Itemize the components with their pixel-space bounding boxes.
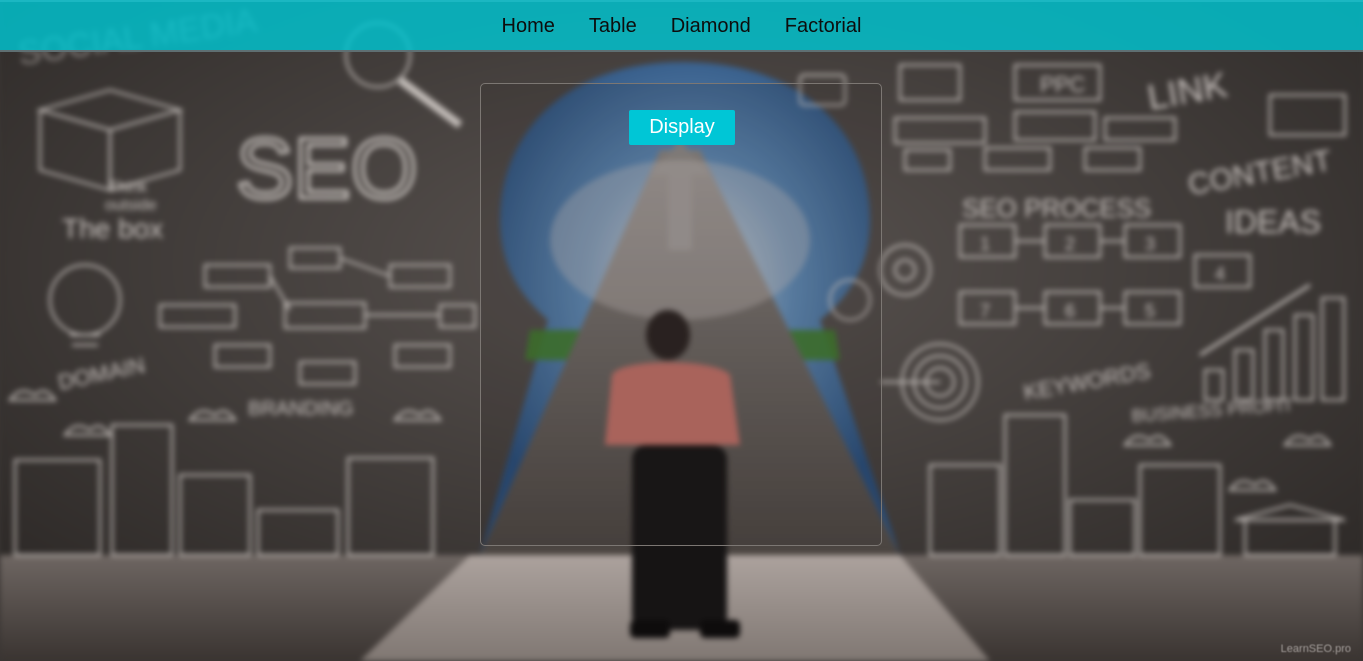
bg-text-outside: outside xyxy=(105,197,157,214)
bg-text-step3: 3 xyxy=(1145,234,1155,254)
bg-text-ideas: IDEAS xyxy=(1225,204,1321,240)
bg-text-step7: 7 xyxy=(980,301,990,321)
nav-home[interactable]: Home xyxy=(485,15,572,38)
bg-text-step4: 4 xyxy=(1215,264,1225,284)
page: SOCIAL MEDIA SEO Think outside The box D… xyxy=(0,0,1363,661)
bg-text-the-box: The box xyxy=(62,213,163,244)
watermark: LearnSEO.pro xyxy=(1280,643,1351,655)
display-button[interactable]: Display xyxy=(629,110,735,145)
nav-diamond[interactable]: Diamond xyxy=(654,15,768,38)
bg-text-step1: 1 xyxy=(980,234,990,254)
bg-text-step5: 5 xyxy=(1145,301,1155,321)
bg-text-step2: 2 xyxy=(1065,234,1075,254)
bg-text-ppc: PPC xyxy=(1040,72,1085,97)
nav-list: Home Table Diamond Factorial xyxy=(485,15,879,38)
bg-text-seo-process: SEO PROCESS xyxy=(962,193,1151,223)
navbar: Home Table Diamond Factorial xyxy=(0,0,1363,52)
nav-table[interactable]: Table xyxy=(572,15,654,38)
bg-text-branding: BRANDING xyxy=(248,398,354,420)
content-card: Display xyxy=(480,83,882,546)
bg-text-think: Think xyxy=(108,179,148,196)
nav-factorial[interactable]: Factorial xyxy=(768,15,879,38)
bg-text-step6: 6 xyxy=(1065,301,1075,321)
bg-text-seo: SEO xyxy=(236,121,418,217)
